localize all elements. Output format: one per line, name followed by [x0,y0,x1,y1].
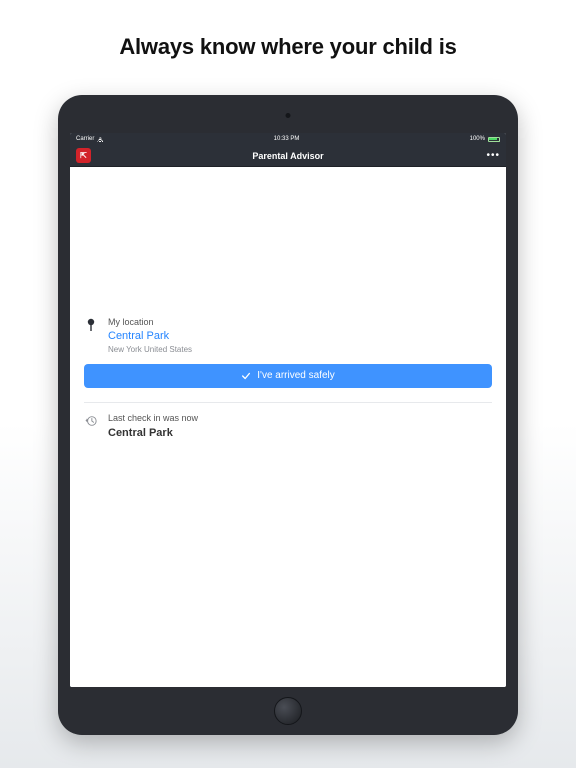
front-camera [286,113,291,118]
checkin-place: Central Park [108,426,492,440]
screen: Carrier 10:33 PM 100% ⇱ Parental Advisor… [70,133,506,687]
promo-title: Always know where your child is [0,0,576,60]
home-button[interactable] [274,697,302,725]
nav-bar: ⇱ Parental Advisor ••• [70,145,506,167]
nav-title: Parental Advisor [252,151,323,161]
app-icon[interactable]: ⇱ [76,148,91,163]
arrived-safely-button[interactable]: I've arrived safely [84,364,492,388]
more-button[interactable]: ••• [486,150,500,161]
pin-icon [86,318,96,332]
last-checkin-row: Last check in was now Central Park [84,413,492,440]
wifi-icon [97,136,103,142]
divider [84,402,492,403]
carrier-label: Carrier [76,136,94,142]
location-name[interactable]: Central Park [108,329,492,343]
my-location-label: My location [108,317,492,329]
main-content: My location Central Park New York United… [70,167,506,687]
status-right: 100% [470,136,500,142]
arrived-button-label: I've arrived safely [257,370,335,381]
status-bar: Carrier 10:33 PM 100% [70,133,506,145]
status-time: 10:33 PM [274,136,300,142]
history-icon [85,415,97,427]
tablet-frame: Carrier 10:33 PM 100% ⇱ Parental Advisor… [58,95,518,735]
battery-percent: 100% [470,136,485,142]
battery-icon [488,137,500,142]
checkin-status-line: Last check in was now [108,413,492,425]
my-location-row: My location Central Park New York United… [84,317,492,354]
location-block: My location Central Park New York United… [84,317,492,440]
location-region: New York United States [108,345,492,354]
check-icon [241,371,251,381]
status-left: Carrier [76,136,103,142]
